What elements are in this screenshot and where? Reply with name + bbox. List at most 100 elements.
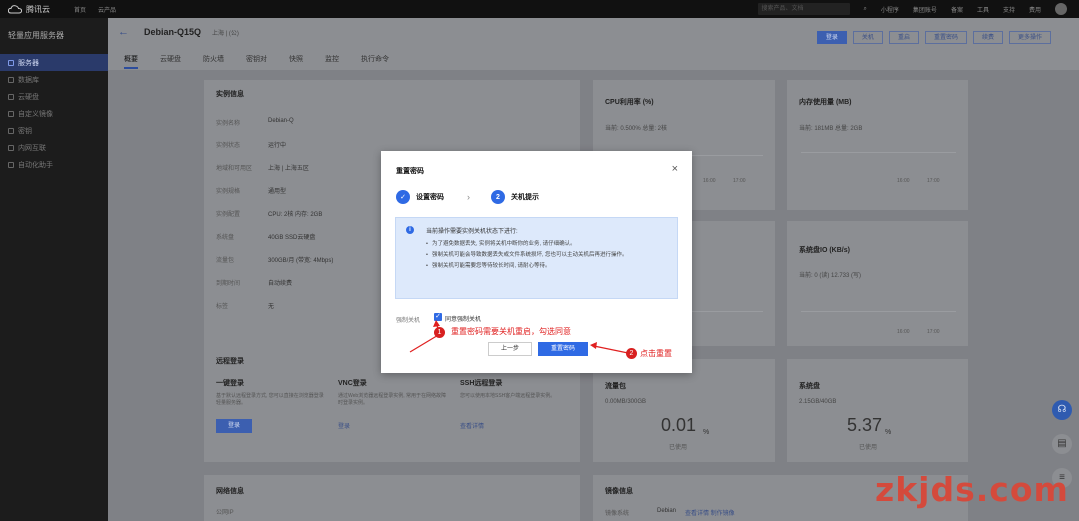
instance-tabs: 概要 云硬盘 防火墙 密钥对 快照 监控 执行命令 — [124, 54, 389, 69]
row-value: 40GB SSD云硬盘 — [268, 235, 316, 241]
memory-sub: 当前: 181MB 总量: 2GB — [799, 126, 863, 132]
row-label: 实例规格 — [216, 189, 241, 195]
tab-firewall[interactable]: 防火墙 — [203, 54, 224, 69]
row-label: 实例状态 — [216, 143, 241, 149]
tab-command[interactable]: 执行命令 — [361, 54, 389, 69]
filing-link[interactable]: 备案 — [951, 5, 963, 14]
vnc-login-link[interactable]: 登录 — [338, 421, 350, 430]
reset-password-button[interactable]: 重置密码 — [924, 31, 967, 44]
sidebar-item-servers[interactable]: 服务器 — [0, 54, 108, 71]
notice-item: 强制关机可能需要您等待较长时间, 请耐心等待。 — [426, 262, 668, 270]
time-label: 17:00 — [927, 178, 940, 184]
row-value: Debian-Q — [268, 118, 294, 124]
traffic-unit: % — [703, 429, 710, 436]
sidebar-item-automation[interactable]: 自动化助手 — [0, 156, 108, 173]
book-icon[interactable]: ▤ — [1052, 434, 1072, 454]
key-icon — [8, 127, 14, 134]
cloud-account-link[interactable]: 集团账号 — [913, 5, 937, 14]
tab-disk[interactable]: 云硬盘 — [160, 54, 181, 69]
sidebar-item-custom-image[interactable]: 自定义镜像 — [0, 105, 108, 122]
row-label: 实例名称 — [216, 121, 241, 127]
sidebar-item-disk[interactable]: 云硬盘 — [0, 88, 108, 105]
row-value: 运行中 — [268, 143, 287, 149]
tab-snapshot[interactable]: 快照 — [289, 54, 303, 69]
sidebar-item-label: 数据库 — [18, 76, 39, 84]
support-menu[interactable]: 支持 — [1003, 5, 1015, 14]
time-label: 16:00 — [897, 178, 910, 184]
more-actions-button[interactable]: 更多操作 — [1008, 31, 1051, 44]
sidebar-title: 轻量应用服务器 — [8, 31, 64, 40]
time-label: 16:00 — [897, 329, 910, 335]
row-value: 通用型 — [268, 189, 287, 195]
system-disk-value: 5.37 — [847, 415, 883, 435]
sidebar-item-label: 内网互联 — [18, 144, 46, 152]
system-disk-card: 系统盘 2.15GB/40GB 5.37 % 已使用 — [787, 359, 968, 462]
time-label: 17:00 — [927, 329, 940, 335]
nav-home[interactable]: 首页 — [74, 5, 86, 14]
network-icon — [8, 144, 14, 151]
traffic-title: 流量包 — [605, 383, 626, 390]
watermark: zkjds.com — [875, 470, 1069, 509]
network-info-card: 网络信息 公网IP — [204, 475, 580, 521]
traffic-sub: 0.00MB/300GB — [605, 399, 647, 405]
ssh-detail-link[interactable]: 查看详情 — [460, 421, 484, 430]
one-click-login-button[interactable]: 登录 — [216, 419, 252, 433]
sidebar-item-label: 自动化助手 — [18, 161, 53, 169]
sidebar-item-keys[interactable]: 密钥 — [0, 122, 108, 139]
instance-info-title: 实例信息 — [216, 91, 244, 98]
search-input[interactable]: 搜索产品、文档 — [757, 3, 850, 15]
ssh-title: SSH远程登录 — [460, 380, 503, 387]
headset-icon[interactable]: ☊ — [1052, 400, 1072, 420]
row-value: CPU: 2核 内存: 2GB — [268, 212, 323, 218]
renew-button[interactable]: 续费 — [972, 31, 1003, 44]
image-links[interactable]: 查看详情 制作镜像 — [685, 508, 735, 517]
notice-list: 为了避免数据丢失, 实例将关机中断你的业务, 请仔细确认。 强制关机可能会导致数… — [426, 240, 668, 273]
notice-item: 强制关机可能会导致数据丢失或文件系统损坏, 您也可以主动关机后再进行操作。 — [426, 251, 668, 259]
agree-force-shutdown-checkbox[interactable]: ✓ — [434, 313, 442, 321]
close-icon[interactable]: × — [672, 164, 678, 175]
disk-io-sub: 当前: 0 (读) 12.733 (写) — [799, 273, 862, 279]
agree-force-shutdown-label[interactable]: 同意强制关机 — [445, 314, 481, 323]
shutdown-notice: i 当前操作需要实例关机状态下进行: 为了避免数据丢失, 实例将关机中断你的业务… — [395, 217, 678, 299]
tools-menu[interactable]: 工具 — [977, 5, 989, 14]
sidebar-item-intranet[interactable]: 内网互联 — [0, 139, 108, 156]
step-shutdown-notice: 2 关机提示 — [491, 190, 539, 204]
sidebar: 轻量应用服务器 服务器 数据库 云硬盘 自定义镜像 密钥 内网互联 自动化助手 — [0, 18, 108, 521]
mini-program-link[interactable]: 小程序 — [881, 5, 899, 14]
server-icon — [8, 59, 14, 66]
sidebar-item-label: 密钥 — [18, 127, 32, 135]
confirm-reset-button[interactable]: 重置密码 — [538, 342, 588, 356]
system-disk-used-label: 已使用 — [859, 445, 878, 451]
remote-login-title: 远程登录 — [216, 358, 244, 365]
back-arrow-icon[interactable]: ← — [118, 26, 129, 38]
automation-icon — [8, 161, 14, 168]
login-button[interactable]: 登录 — [816, 31, 847, 44]
search-icon[interactable]: ⌕ — [864, 6, 867, 13]
restart-button[interactable]: 重启 — [888, 31, 919, 44]
notice-lead: 当前操作需要实例关机状态下进行: — [426, 229, 518, 235]
annotation-badge-1: 1 — [434, 327, 445, 338]
one-click-title: 一键登录 — [216, 380, 244, 387]
logo-text: 腾讯云 — [26, 4, 50, 14]
avatar[interactable] — [1055, 3, 1067, 15]
cloud-logo-icon — [8, 4, 22, 13]
sidebar-item-label: 服务器 — [18, 59, 39, 67]
tab-keypair[interactable]: 密钥对 — [246, 54, 267, 69]
vnc-desc: 通过Web浏览器远程登录实例, 常用于在网络故障时登录实例。 — [338, 393, 446, 406]
previous-step-button[interactable]: 上一步 — [488, 342, 532, 356]
force-shutdown-label: 强制关机 — [396, 318, 421, 324]
shutdown-button[interactable]: 关机 — [852, 31, 883, 44]
reset-password-dialog: 重置密码 × ✓ 设置密码 › 2 关机提示 i 当前操作需要实例关机状态下进行… — [381, 151, 692, 373]
logo[interactable]: 腾讯云 — [0, 4, 62, 15]
tab-monitor[interactable]: 监控 — [325, 54, 339, 69]
memory-title: 内存使用量 (MB) — [799, 99, 852, 106]
tab-overview[interactable]: 概要 — [124, 54, 138, 69]
nav-products[interactable]: 云产品 — [98, 5, 116, 14]
time-label: 17:00 — [733, 178, 746, 184]
row-label: 流量包 — [216, 258, 235, 264]
cost-menu[interactable]: 费用 — [1029, 5, 1041, 14]
memory-chart-line — [801, 152, 956, 153]
info-icon: i — [406, 226, 414, 234]
sidebar-item-database[interactable]: 数据库 — [0, 71, 108, 88]
system-disk-title: 系统盘 — [799, 383, 820, 390]
